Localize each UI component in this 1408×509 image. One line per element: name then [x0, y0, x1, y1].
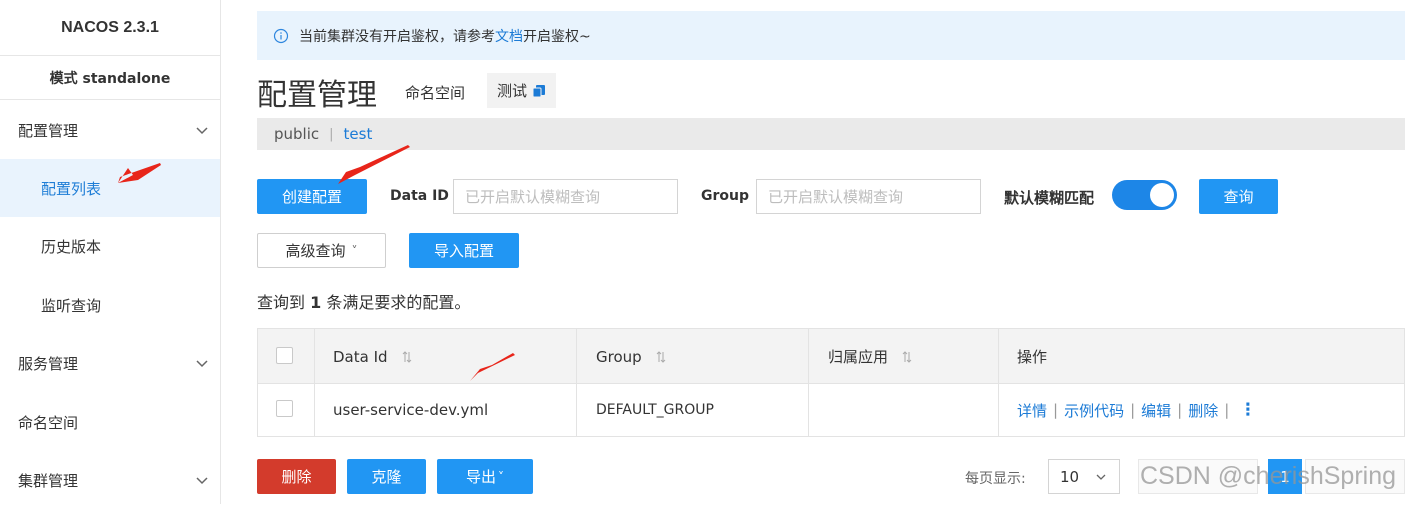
- sidebar-item-label: 服务管理: [18, 354, 79, 373]
- sidebar-item-config-list[interactable]: 配置列表: [0, 159, 220, 217]
- sidebar-item-label: 配置列表: [41, 179, 102, 198]
- column-header-label: 归属应用: [828, 348, 889, 366]
- column-divider: [576, 329, 577, 436]
- sidebar-item-listener-query[interactable]: 监听查询: [0, 276, 220, 334]
- sidebar-item-cluster-management[interactable]: 集群管理: [0, 451, 220, 509]
- op-separator: |: [1053, 401, 1059, 419]
- import-config-button[interactable]: 导入配置: [409, 233, 519, 268]
- toggle-knob: [1150, 183, 1174, 207]
- sidebar-item-label: 命名空间: [18, 413, 79, 432]
- page-size-value: 10: [1060, 467, 1080, 486]
- namespace-public[interactable]: public: [274, 125, 319, 143]
- data-id-label: Data ID: [390, 188, 449, 204]
- chevron-down-icon: [196, 360, 208, 368]
- namespace-bar: public | test: [257, 118, 1405, 150]
- op-separator: |: [1224, 401, 1230, 419]
- sample-code-link[interactable]: 示例代码: [1064, 400, 1124, 421]
- auth-notice: 当前集群没有开启鉴权，请参考文档开启鉴权~: [257, 11, 1405, 60]
- notice-suffix: 开启鉴权~: [523, 28, 591, 45]
- clone-button[interactable]: 克隆: [347, 459, 426, 494]
- chevron-down-icon: ˅: [351, 243, 358, 258]
- namespace-chip: 测试: [487, 73, 556, 108]
- details-link[interactable]: 详情: [1017, 400, 1047, 421]
- sidebar-item-label: 配置管理: [18, 121, 79, 140]
- sidebar-item-label: 历史版本: [41, 237, 102, 256]
- column-divider: [808, 329, 809, 436]
- mode-label: 模式 standalone: [0, 56, 220, 100]
- page-title: 配置管理: [257, 78, 377, 113]
- result-suffix: 条满足要求的配置。: [326, 293, 471, 312]
- chevron-down-icon: [196, 127, 208, 135]
- notice-prefix: 当前集群没有开启鉴权，请参考: [299, 28, 495, 45]
- select-all-checkbox[interactable]: [276, 347, 293, 364]
- column-header-data-id[interactable]: Data Id: [333, 329, 412, 384]
- op-separator: |: [1130, 401, 1136, 419]
- column-divider: [998, 329, 999, 436]
- namespace-separator: |: [329, 126, 334, 142]
- group-input[interactable]: [756, 179, 981, 214]
- column-header-label: Group: [596, 347, 642, 366]
- result-summary: 查询到 1 条满足要求的配置。: [257, 289, 470, 313]
- group-label: Group: [701, 188, 750, 204]
- row-data-id: user-service-dev.yml: [333, 401, 489, 419]
- sidebar-item-history[interactable]: 历史版本: [0, 217, 220, 275]
- sidebar-item-label: 集群管理: [18, 471, 79, 490]
- edit-link[interactable]: 编辑: [1141, 400, 1171, 421]
- page-size-select[interactable]: 10: [1048, 459, 1120, 494]
- fuzzy-match-toggle[interactable]: [1112, 180, 1177, 210]
- watermark: CSDN @cherishSpring: [1140, 462, 1397, 490]
- delete-link[interactable]: 删除: [1188, 400, 1218, 421]
- column-header-group[interactable]: Group: [596, 329, 666, 384]
- docs-link[interactable]: 文档: [495, 29, 523, 45]
- sort-icon[interactable]: [656, 350, 666, 363]
- column-header-app[interactable]: 归属应用: [828, 329, 912, 384]
- advanced-query-button[interactable]: 高级查询 ˅: [257, 233, 386, 268]
- chevron-down-icon: [1096, 474, 1106, 480]
- row-checkbox[interactable]: [276, 400, 293, 417]
- brand-title: NACOS 2.3.1: [0, 0, 220, 56]
- config-table: Data Id Group 归属应用 操作 user-service-dev.y…: [257, 328, 1405, 437]
- sidebar-item-config-management[interactable]: 配置管理: [0, 101, 220, 159]
- row-actions: 详情 | 示例代码 | 编辑 | 删除 | ⋮: [1017, 384, 1256, 436]
- copy-icon[interactable]: [532, 84, 546, 98]
- namespace-value: 测试: [496, 82, 527, 100]
- column-header-label: Data Id: [333, 347, 388, 366]
- sidebar-item-namespace[interactable]: 命名空间: [0, 393, 220, 451]
- namespace-label: 命名空间: [405, 84, 466, 102]
- sort-icon[interactable]: [402, 350, 412, 363]
- more-icon[interactable]: ⋮: [1239, 400, 1256, 420]
- export-button[interactable]: 导出 ˅: [437, 459, 533, 494]
- create-config-button[interactable]: 创建配置: [257, 179, 367, 214]
- chevron-down-icon: [196, 477, 208, 485]
- advanced-query-label: 高级查询: [285, 242, 346, 260]
- column-divider: [314, 329, 315, 436]
- page-size-label: 每页显示:: [965, 471, 1026, 487]
- chevron-down-icon: ˅: [498, 469, 504, 484]
- namespace-test[interactable]: test: [344, 125, 373, 143]
- sidebar-item-service-management[interactable]: 服务管理: [0, 334, 220, 392]
- row-group: DEFAULT_GROUP: [596, 402, 714, 418]
- sort-icon[interactable]: [902, 350, 912, 363]
- column-header-actions: 操作: [1017, 348, 1048, 366]
- info-icon: [273, 28, 289, 43]
- query-button[interactable]: 查询: [1199, 179, 1278, 214]
- result-prefix: 查询到: [257, 293, 306, 312]
- data-id-input[interactable]: [453, 179, 678, 214]
- export-label: 导出: [465, 468, 496, 486]
- result-count: 1: [310, 293, 322, 312]
- op-separator: |: [1177, 401, 1183, 419]
- fuzzy-match-label: 默认模糊匹配: [1004, 189, 1095, 207]
- batch-delete-button[interactable]: 删除: [257, 459, 336, 494]
- sidebar-item-label: 监听查询: [41, 296, 102, 315]
- sidebar: NACOS 2.3.1 模式 standalone 配置管理 配置列表 历史版本…: [0, 0, 221, 504]
- notice-text: 当前集群没有开启鉴权，请参考文档开启鉴权~: [299, 26, 591, 46]
